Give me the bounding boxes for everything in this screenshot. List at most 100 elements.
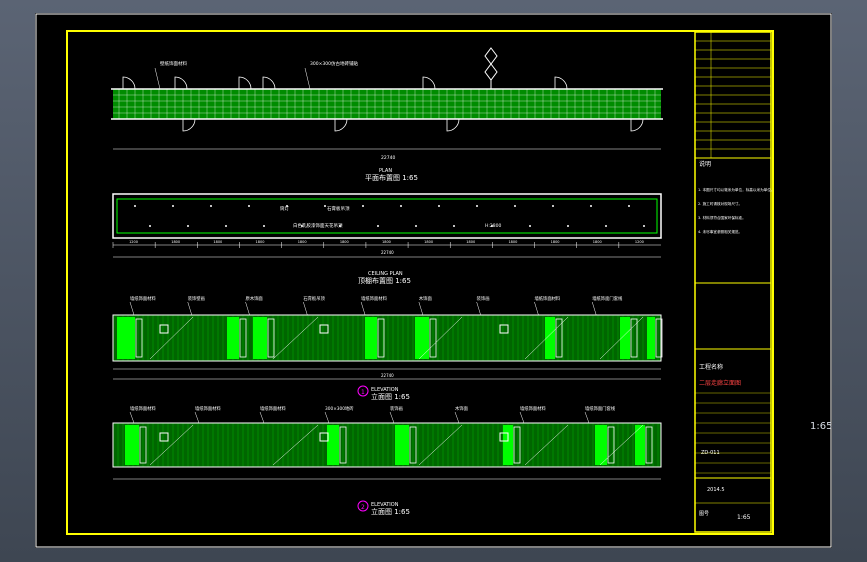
leader-line <box>418 301 424 316</box>
downlight <box>529 225 531 227</box>
elevation-1-title: 立面图 1:65 <box>371 392 410 401</box>
door-panel <box>327 425 339 465</box>
dim-label: 1800 <box>424 240 433 244</box>
plan-note-wallpaper: 壁纸饰面材料 <box>160 60 187 67</box>
downlight <box>643 225 645 227</box>
downlight <box>628 205 630 207</box>
door-swing <box>554 76 568 90</box>
leader-line <box>476 301 481 316</box>
cad-viewport[interactable]: 工程名称 二层走廊立面图 说明 1. 本图尺寸均以毫米为单位，标高以米为单位。 … <box>0 0 867 562</box>
door-swing <box>630 118 644 132</box>
elevation-callout: 墙纸饰面材料 <box>130 405 156 412</box>
leader-line <box>519 411 525 424</box>
downlight <box>567 225 569 227</box>
elevation-callout: 装饰壁画 <box>188 295 205 302</box>
leader-line <box>245 301 250 316</box>
downlight <box>605 225 607 227</box>
plan-note-tile: 300×300仿古地砖铺贴 <box>310 60 358 67</box>
leader-line <box>194 411 200 424</box>
elevation-callout: 装饰画 <box>477 295 490 302</box>
elevation-callout: 墙纸饰面材料 <box>534 295 560 302</box>
downlight <box>590 205 592 207</box>
leader-line <box>129 411 135 424</box>
elevation-1-marker: 1 <box>361 389 365 396</box>
door-panel <box>125 425 139 465</box>
downlight <box>377 225 379 227</box>
leader-line <box>360 301 366 316</box>
door-swing <box>334 118 348 132</box>
dim-label: 1800 <box>298 240 307 244</box>
leader-line <box>584 411 590 424</box>
dim-label: 1800 <box>551 240 560 244</box>
dim-label: 1800 <box>256 240 265 244</box>
elevation-2-callouts: 墙纸饰面材料 墙纸饰面材料 墙纸饰面材料 300×300地砖 装饰画 木饰面 墙纸饰面材料 墙… <box>129 405 616 424</box>
title-block-drawing-no: ZD-011 <box>701 450 720 456</box>
ceiling-dimension-chain: 1200 1800 1800 1800 1800 1800 1800 1800 1800 1800… <box>112 240 644 248</box>
door-swing <box>422 76 436 90</box>
elevation-callout: 木饰面 <box>455 405 469 412</box>
elevation-2: 墙纸饰面材料 墙纸饰面材料 墙纸饰面材料 300×300地砖 装饰画 木饰面 墙纸饰面材料 墙… <box>112 405 662 516</box>
ceiling-total-dim: 22740 <box>381 250 394 255</box>
title-block-note-4: 4. 未尽事宜参照相关规范。 <box>698 229 742 234</box>
floor-plan: 壁纸饰面材料 300×300仿古地砖铺贴 22740 PLAN 平面布置图 1:… <box>111 47 663 182</box>
door-panel <box>227 317 239 359</box>
door-panel <box>365 317 377 359</box>
elevation-callout: 墙纸饰面门套线 <box>585 405 616 412</box>
elevation-callout: 墙纸饰面材料 <box>361 295 387 302</box>
elevation-1: 墙纸饰面材料 装饰壁画 原木饰面 石膏板吊顶 墙纸饰面材料 木饰面 装饰画 墙纸饰面材料 墙纸饰… <box>112 295 663 401</box>
title-block-note-3: 3. 材料须符合国家环保标准。 <box>698 215 746 220</box>
dim-label: 1200 <box>635 240 644 244</box>
door-swing <box>122 76 136 90</box>
ceiling-note-paint: 白色乳胶漆饰面天花吊顶 <box>293 222 343 229</box>
downlight <box>134 205 136 207</box>
leader-line <box>259 411 265 424</box>
dim-label: 1800 <box>593 240 602 244</box>
ceiling-downlights <box>134 205 645 227</box>
downlight <box>415 225 417 227</box>
elevation-2-marker: 2 <box>361 504 365 511</box>
leader-line <box>591 301 597 316</box>
door-swing <box>262 76 276 90</box>
title-block-drawing-name: 二层走廊立面图 <box>699 379 741 387</box>
title-block-sheet-label: 图号 <box>699 511 709 517</box>
title-block-grid <box>695 32 771 504</box>
cad-drawing: 工程名称 二层走廊立面图 说明 1. 本图尺寸均以毫米为单位，标高以米为单位。 … <box>35 13 832 548</box>
elevation-callout: 300×300地砖 <box>325 405 354 412</box>
elevation-callout: 木饰面 <box>419 295 433 302</box>
door-swing <box>174 76 188 90</box>
elevation-callout: 墙纸饰面材料 <box>195 405 221 412</box>
drawing-sheet[interactable]: 工程名称 二层走廊立面图 说明 1. 本图尺寸均以毫米为单位，标高以米为单位。 … <box>35 13 832 548</box>
elevation-callout: 装饰画 <box>390 405 403 412</box>
ceiling-title: 顶棚布置图 1:65 <box>358 276 411 285</box>
ceiling-note-downlight: 筒灯 <box>280 205 289 212</box>
title-block-notes-header: 说明 <box>699 160 711 168</box>
door-panel <box>503 425 513 465</box>
downlight <box>438 205 440 207</box>
zoom-scale-readout: 1:65 <box>810 421 833 432</box>
downlight <box>248 205 250 207</box>
elevation-callout: 石膏板吊顶 <box>303 295 325 302</box>
ceiling-note-height: H:2800 <box>485 223 501 229</box>
dim-label: 1800 <box>466 240 475 244</box>
dim-label: 1800 <box>171 240 180 244</box>
plan-title: 平面布置图 1:65 <box>365 173 418 182</box>
elevation-callout: 原木饰面 <box>246 295 264 302</box>
title-block: 工程名称 二层走廊立面图 说明 1. 本图尺寸均以毫米为单位，标高以米为单位。 … <box>694 31 774 533</box>
title-block-scale: 1:65 <box>737 514 751 521</box>
door-swing <box>182 118 196 132</box>
north-arrow-symbol <box>484 47 498 89</box>
downlight <box>187 225 189 227</box>
dim-label: 1800 <box>508 240 517 244</box>
downlight <box>552 205 554 207</box>
elevation-callout: 墙纸饰面门套线 <box>592 295 623 302</box>
elevation-1-total-dim: 22740 <box>381 373 394 378</box>
door-panel <box>415 317 429 359</box>
downlight <box>514 205 516 207</box>
plan-corridor-band <box>113 89 661 119</box>
downlight <box>362 205 364 207</box>
leader-line <box>389 411 395 424</box>
leader-line <box>187 301 193 316</box>
dim-label: 1200 <box>129 240 138 244</box>
door-panel <box>395 425 409 465</box>
downlight <box>172 205 174 207</box>
